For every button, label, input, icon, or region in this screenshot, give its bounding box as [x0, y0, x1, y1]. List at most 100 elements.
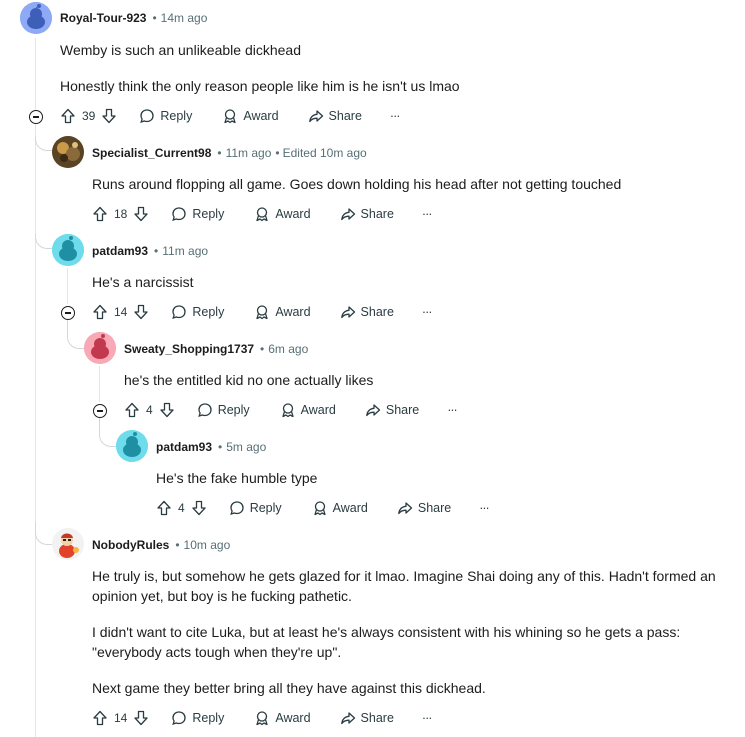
award-button[interactable]: Award	[254, 710, 311, 726]
award-label: Award	[243, 109, 279, 123]
comment-meta: Specialist_Current98 • 11m ago • Edited 10m …	[92, 146, 367, 160]
award-icon	[256, 711, 268, 726]
comment-body: He's the fake humble type	[156, 468, 726, 488]
more-options-icon: ···	[421, 711, 432, 725]
share-label: Share	[360, 207, 394, 221]
comment-paragraph: He truly is, but somehow he gets glazed …	[92, 568, 716, 604]
reply-button[interactable]: Reply	[171, 710, 224, 726]
timestamp[interactable]: 5m ago	[226, 440, 266, 454]
speech-bubble-icon	[140, 109, 155, 123]
snoo-costume-avatar-icon	[52, 528, 84, 560]
comment-paragraph: Next game they better bring all they hav…	[92, 680, 486, 696]
thread-curve	[35, 234, 52, 249]
speech-bubble-icon	[229, 501, 244, 515]
vote-count: 4	[178, 501, 185, 515]
avatar[interactable]	[20, 2, 52, 34]
share-button[interactable]: Share	[397, 500, 451, 516]
award-label: Award	[275, 305, 311, 319]
reply-button[interactable]: Reply	[171, 304, 224, 320]
downvote-icon[interactable]	[101, 108, 117, 124]
reply-label: Reply	[192, 305, 225, 319]
speech-bubble-icon	[172, 207, 187, 221]
timestamp[interactable]: 6m ago	[268, 342, 308, 356]
avatar[interactable]	[52, 528, 84, 560]
award-label: Award	[275, 207, 311, 221]
share-label: Share	[360, 711, 394, 725]
comment-body: Wemby is such an unlikeable dickhead Hon…	[60, 40, 730, 96]
reply-button[interactable]: Reply	[171, 206, 224, 222]
more-options-button[interactable]: ···	[390, 109, 400, 123]
timestamp[interactable]: 11m ago	[226, 146, 272, 160]
award-button[interactable]: Award	[280, 402, 336, 418]
avatar[interactable]	[52, 136, 84, 168]
username-link[interactable]: Specialist_Current98	[92, 146, 211, 160]
edited-label: Edited 10m ago	[282, 146, 367, 160]
award-button[interactable]: Award	[312, 500, 368, 516]
reply-label: Reply	[249, 501, 282, 515]
username-link[interactable]: patdam93	[156, 440, 212, 454]
award-button[interactable]: Award	[222, 108, 279, 124]
reply-button[interactable]: Reply	[139, 108, 192, 124]
upvote-icon[interactable]	[92, 304, 108, 320]
reply-label: Reply	[217, 403, 250, 417]
vote-group: 4	[124, 402, 175, 418]
share-button[interactable]: Share	[365, 402, 419, 418]
avatar[interactable]	[116, 430, 148, 462]
more-options-button[interactable]: ···	[479, 501, 489, 515]
collapse-thread-button[interactable]	[29, 110, 43, 124]
downvote-icon[interactable]	[133, 710, 149, 726]
thread-line-sweaty	[99, 366, 100, 402]
more-options-button[interactable]: ···	[422, 207, 432, 221]
downvote-icon[interactable]	[133, 304, 149, 320]
comment-paragraph: Honestly think the only reason people li…	[60, 78, 460, 94]
timestamp[interactable]: 11m ago	[162, 244, 208, 258]
share-button[interactable]: Share	[340, 710, 394, 726]
username-link[interactable]: NobodyRules	[92, 538, 169, 552]
award-icon	[224, 109, 236, 124]
share-button[interactable]: Share	[340, 206, 394, 222]
thread-curve	[99, 418, 116, 447]
avatar[interactable]	[52, 234, 84, 266]
minus-icon	[97, 410, 103, 412]
username-link[interactable]: Royal-Tour-923	[60, 11, 146, 25]
share-button[interactable]: Share	[340, 304, 394, 320]
upvote-icon[interactable]	[92, 710, 108, 726]
upvote-icon[interactable]	[124, 402, 140, 418]
downvote-icon[interactable]	[159, 402, 175, 418]
more-options-icon: ···	[421, 305, 432, 319]
share-icon	[308, 110, 323, 123]
snoo-avatar-icon	[116, 430, 148, 462]
downvote-icon[interactable]	[191, 500, 207, 516]
username-link[interactable]: Sweaty_Shopping1737	[124, 342, 254, 356]
more-options-button[interactable]: ···	[422, 711, 432, 725]
award-button[interactable]: Award	[254, 304, 311, 320]
snoo-avatar-icon	[84, 332, 116, 364]
vote-group: 14	[92, 710, 149, 726]
more-options-button[interactable]: ···	[447, 403, 457, 417]
award-label: Award	[332, 501, 368, 515]
more-options-icon: ···	[479, 501, 489, 515]
collapse-thread-button[interactable]	[93, 404, 107, 418]
comment-paragraph: He's the fake humble type	[156, 470, 318, 486]
timestamp[interactable]: 10m ago	[184, 538, 231, 552]
comment-actions: 39 Reply Award Share ···	[60, 104, 400, 128]
comment-paragraph: Wemby is such an unlikeable dickhead	[60, 42, 301, 58]
timestamp[interactable]: 14m ago	[161, 11, 208, 25]
share-button[interactable]: Share	[308, 108, 362, 124]
avatar[interactable]	[84, 332, 116, 364]
award-button[interactable]: Award	[254, 206, 311, 222]
vote-count: 39	[82, 109, 96, 123]
comment-paragraph: he's the entitled kid no one actually li…	[124, 372, 374, 388]
reply-button[interactable]: Reply	[229, 500, 282, 516]
more-options-button[interactable]: ···	[422, 305, 432, 319]
username-link[interactable]: patdam93	[92, 244, 148, 258]
collapse-thread-button[interactable]	[61, 306, 75, 320]
upvote-icon[interactable]	[92, 206, 108, 222]
downvote-icon[interactable]	[133, 206, 149, 222]
share-icon	[340, 208, 355, 221]
more-options-icon: ···	[421, 207, 432, 221]
comment-actions: 14 Reply Award Share ···	[92, 300, 432, 324]
upvote-icon[interactable]	[156, 500, 172, 516]
upvote-icon[interactable]	[60, 108, 76, 124]
reply-button[interactable]: Reply	[197, 402, 250, 418]
